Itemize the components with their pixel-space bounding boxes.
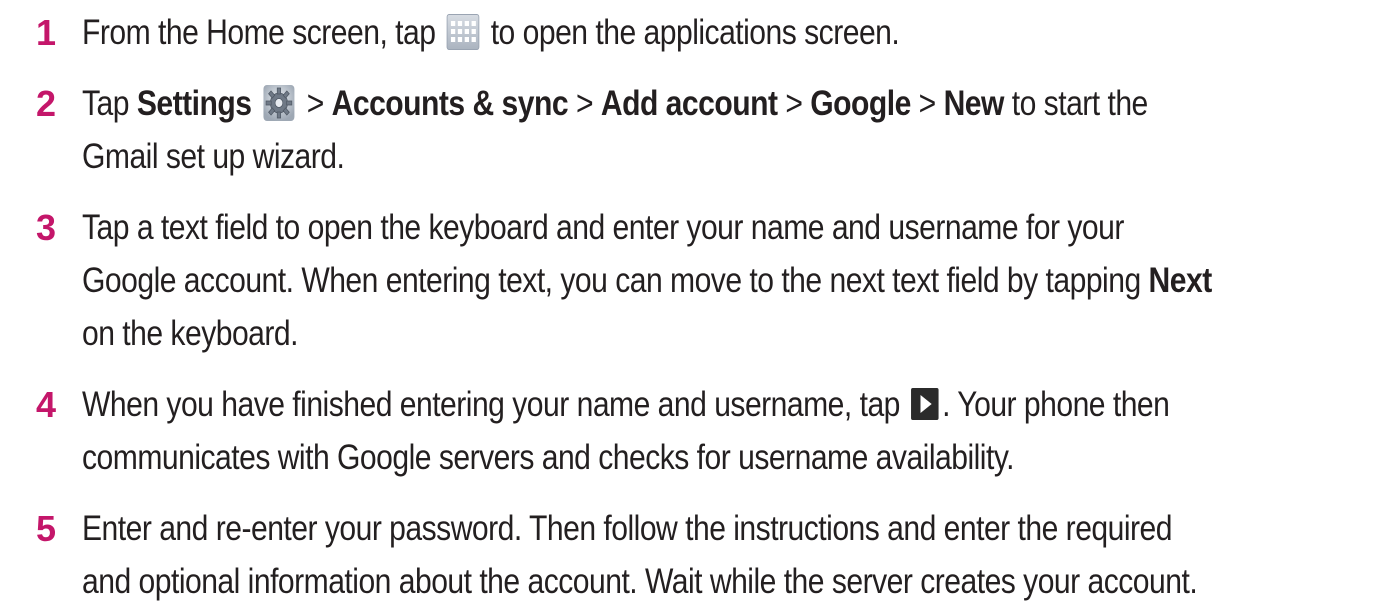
step-text: Tap — [82, 84, 130, 123]
separator: > — [785, 84, 803, 123]
step-text: to open the applications screen. — [490, 13, 900, 52]
step-number: 4 — [36, 384, 57, 425]
step-number: 3 — [36, 207, 57, 248]
separator: > — [918, 84, 937, 123]
accounts-sync-label: Accounts & sync — [331, 84, 569, 123]
step-text-line: Gmail set up wizard. — [82, 137, 345, 176]
step-text-line: on the keyboard. — [82, 314, 298, 353]
step-number: 5 — [36, 508, 57, 549]
separator: > — [306, 84, 325, 123]
next-label: Next — [1148, 261, 1213, 300]
step-1: 1 From the Home screen, tap to open the … — [18, 6, 1374, 59]
add-account-label: Add account — [600, 84, 778, 123]
separator: > — [575, 84, 594, 123]
step-number: 1 — [36, 12, 57, 53]
step-text-line: communicates with Google servers and che… — [82, 438, 1014, 477]
step-text-line: When you have finished entering your nam… — [82, 378, 1193, 431]
step-3: 3 Tap a text field to open the keyboard … — [18, 201, 1374, 360]
step-text-line: Enter and re-enter your password. Then f… — [82, 509, 1173, 548]
settings-label: Settings — [136, 84, 252, 123]
step-2: 2 Tap Settings > Accounts & sync > Add a… — [18, 77, 1374, 183]
step-text: to start the — [1011, 84, 1149, 123]
step-text: Google account. When entering text, you … — [82, 261, 1141, 300]
step-number: 2 — [36, 83, 57, 124]
step-text-line: Tap a text field to open the keyboard an… — [82, 208, 1124, 247]
step-text: When you have finished entering your nam… — [82, 385, 900, 424]
step-text: From the Home screen, tap — [82, 13, 436, 52]
step-text-line: From the Home screen, tap to open the ap… — [82, 6, 1193, 59]
google-label: Google — [810, 84, 911, 123]
next-arrow-icon — [911, 387, 939, 420]
instructions-page: 1 From the Home screen, tap to open the … — [0, 0, 1374, 601]
new-label: New — [943, 84, 1005, 123]
step-text-line: Tap Settings > Accounts & sync > Add acc… — [82, 77, 1193, 130]
step-text: . Your phone then — [942, 385, 1170, 424]
step-4: 4 When you have finished entering your n… — [18, 378, 1374, 484]
apps-grid-icon — [446, 13, 480, 50]
settings-gear-icon — [263, 84, 296, 122]
step-text-line: Google account. When entering text, you … — [82, 254, 1212, 307]
step-text-line: and optional information about the accou… — [82, 562, 1198, 601]
step-5: 5 Enter and re-enter your password. Then… — [18, 502, 1374, 608]
